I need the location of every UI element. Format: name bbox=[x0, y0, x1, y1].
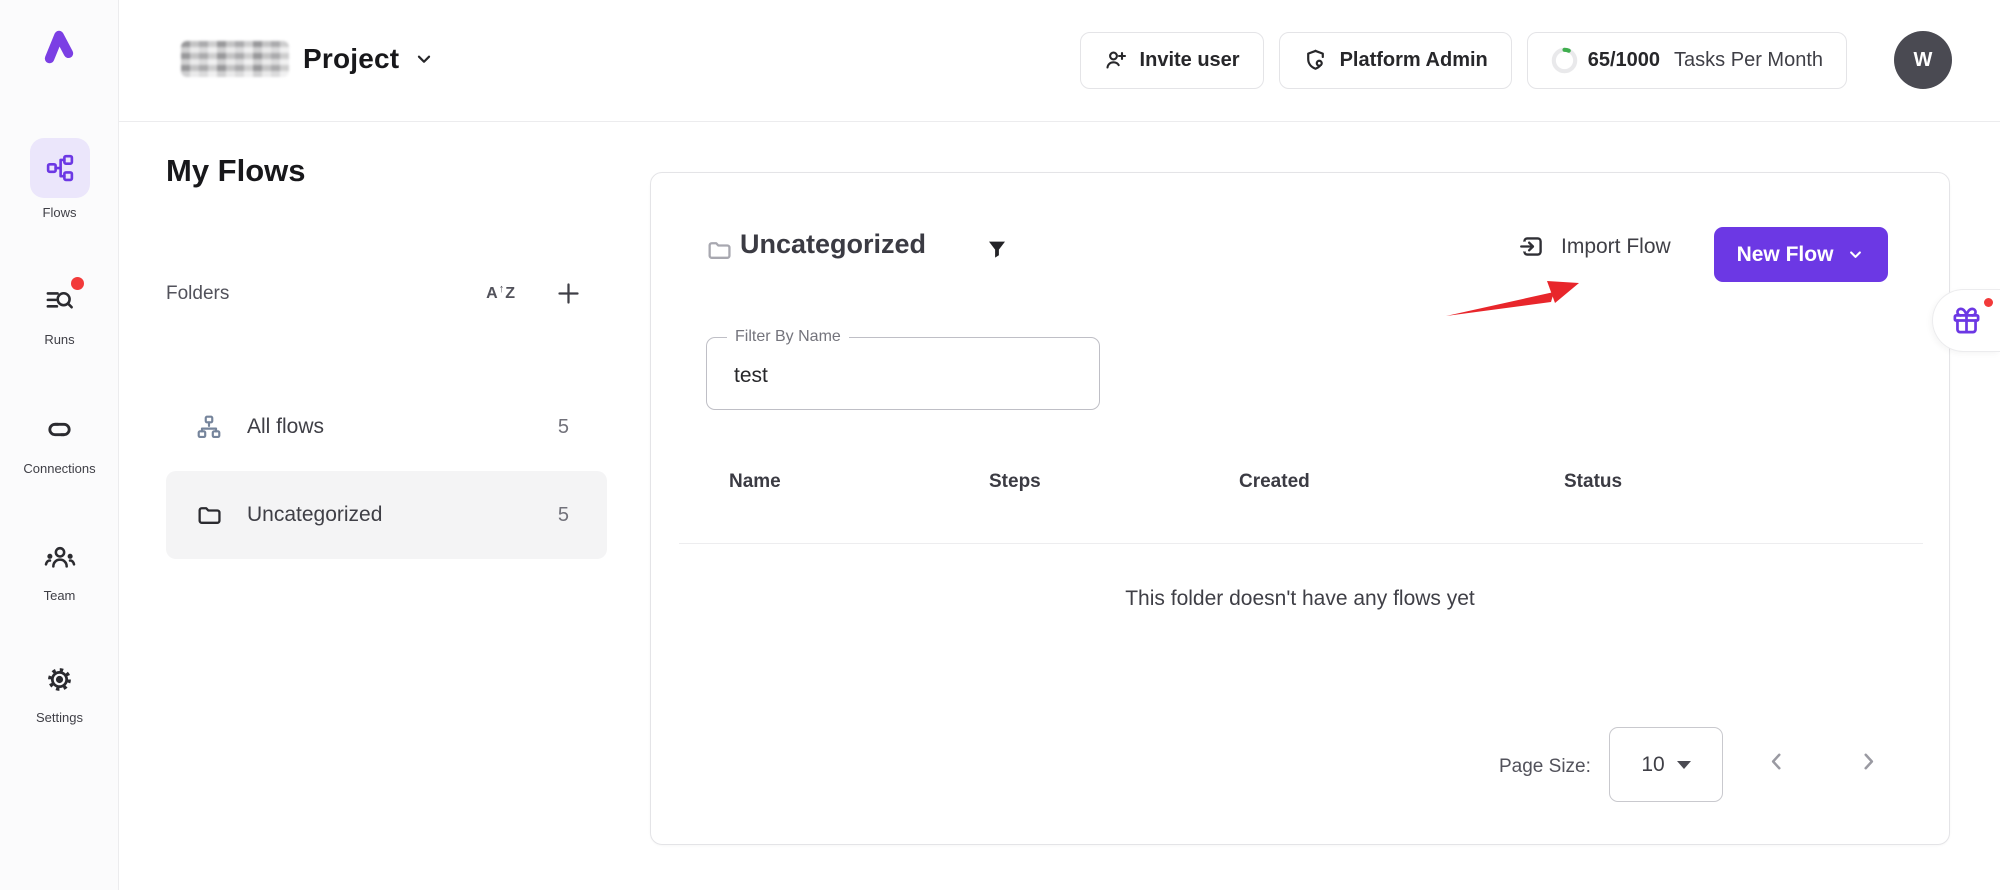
platform-admin-button[interactable]: Platform Admin bbox=[1279, 32, 1512, 89]
table-divider bbox=[679, 543, 1923, 544]
project-name: Project bbox=[303, 43, 399, 75]
sidebar-item-label: Settings bbox=[36, 710, 83, 725]
page-size-select[interactable]: 10 bbox=[1609, 727, 1723, 802]
folder-item-uncategorized[interactable]: Uncategorized 5 bbox=[166, 471, 607, 559]
project-switcher[interactable]: Project bbox=[181, 27, 435, 91]
gear-icon bbox=[43, 662, 77, 696]
hierarchy-icon bbox=[196, 414, 222, 440]
chevron-right-icon bbox=[1855, 748, 1882, 775]
gift-icon bbox=[1951, 305, 1982, 336]
notification-dot bbox=[71, 277, 84, 290]
sidebar-item-connections[interactable]: Connections bbox=[0, 412, 119, 476]
sidebar-item-label: Team bbox=[44, 588, 76, 603]
next-page-button[interactable] bbox=[1855, 748, 1882, 775]
column-header-name: Name bbox=[729, 471, 781, 493]
user-plus-icon bbox=[1104, 48, 1128, 72]
project-name-redacted bbox=[181, 41, 289, 77]
sort-az-icon: A↑Z bbox=[486, 285, 515, 303]
folder-icon bbox=[196, 502, 222, 528]
plus-icon bbox=[555, 280, 582, 307]
platform-admin-label: Platform Admin bbox=[1340, 49, 1488, 72]
folder-item-label: Uncategorized bbox=[247, 503, 558, 527]
workflow-icon bbox=[43, 151, 77, 185]
notification-dot bbox=[1984, 298, 1993, 307]
sidebar-item-label: Connections bbox=[23, 461, 95, 476]
sidebar-item-runs[interactable]: Runs bbox=[0, 283, 119, 347]
app-root: Flows Runs Connections bbox=[0, 0, 2000, 890]
new-flow-button[interactable]: New Flow bbox=[1714, 227, 1888, 282]
filter-by-name-input[interactable] bbox=[707, 338, 1099, 409]
invite-user-button[interactable]: Invite user bbox=[1080, 32, 1264, 89]
sidebar-item-flows[interactable]: Flows bbox=[0, 138, 119, 220]
column-header-created: Created bbox=[1239, 471, 1310, 493]
dropdown-triangle-icon bbox=[1677, 761, 1691, 769]
chevron-left-icon bbox=[1763, 748, 1790, 775]
chevron-down-icon bbox=[1846, 245, 1865, 264]
filter-by-name-field: Filter By Name bbox=[706, 337, 1100, 410]
filter-funnel-button[interactable] bbox=[981, 233, 1013, 265]
chevron-down-icon bbox=[413, 48, 435, 70]
card-folder-title: Uncategorized bbox=[740, 229, 926, 260]
import-flow-button[interactable]: Import Flow bbox=[1519, 233, 1671, 260]
tasks-count: 65/1000 bbox=[1588, 49, 1660, 72]
page-size-label: Page Size: bbox=[1499, 756, 1591, 778]
column-header-status: Status bbox=[1564, 471, 1622, 493]
gift-rewards-button[interactable] bbox=[1932, 289, 2000, 352]
folder-icon bbox=[706, 238, 731, 263]
new-flow-label: New Flow bbox=[1737, 243, 1834, 267]
filter-field-label: Filter By Name bbox=[727, 328, 849, 346]
import-flow-label: Import Flow bbox=[1561, 235, 1671, 259]
folders-heading: Folders bbox=[166, 283, 482, 305]
folder-item-label: All flows bbox=[247, 415, 558, 439]
empty-state-text: This folder doesn't have any flows yet bbox=[651, 587, 1949, 611]
import-icon bbox=[1519, 233, 1546, 260]
top-header: Project Invite user bbox=[119, 0, 2000, 122]
funnel-icon bbox=[985, 237, 1009, 261]
add-folder-button[interactable] bbox=[551, 276, 586, 311]
column-header-steps: Steps bbox=[989, 471, 1041, 493]
avatar[interactable]: W bbox=[1894, 31, 1952, 89]
sidebar-item-label: Runs bbox=[44, 332, 74, 347]
folder-item-all-flows[interactable]: All flows 5 bbox=[166, 383, 607, 471]
sidebar-item-team[interactable]: Team bbox=[0, 540, 119, 603]
folders-header: Folders A↑Z bbox=[166, 276, 586, 311]
page-title: My Flows bbox=[166, 153, 306, 189]
progress-ring-icon bbox=[1551, 47, 1578, 74]
runs-search-icon bbox=[43, 283, 77, 317]
activepieces-logo-icon[interactable] bbox=[38, 26, 80, 68]
folder-list: All flows 5 Uncategorized 5 bbox=[166, 383, 607, 559]
link-icon bbox=[43, 412, 77, 446]
folder-item-count: 5 bbox=[558, 416, 569, 439]
sort-az-button[interactable]: A↑Z bbox=[482, 281, 519, 307]
folder-item-count: 5 bbox=[558, 504, 569, 527]
flows-card: Uncategorized Import Flow New Flow Filte bbox=[650, 172, 1950, 845]
sidebar-item-label: Flows bbox=[43, 205, 77, 220]
tasks-usage-badge[interactable]: 65/1000 Tasks Per Month bbox=[1527, 32, 1847, 89]
team-icon bbox=[43, 540, 77, 574]
shield-icon bbox=[1303, 48, 1328, 73]
sidebar-item-settings[interactable]: Settings bbox=[0, 662, 119, 725]
previous-page-button[interactable] bbox=[1763, 748, 1790, 775]
invite-user-label: Invite user bbox=[1140, 49, 1240, 72]
tasks-label: Tasks Per Month bbox=[1674, 49, 1823, 72]
sidebar: Flows Runs Connections bbox=[0, 0, 119, 890]
page-size-value: 10 bbox=[1641, 753, 1664, 777]
